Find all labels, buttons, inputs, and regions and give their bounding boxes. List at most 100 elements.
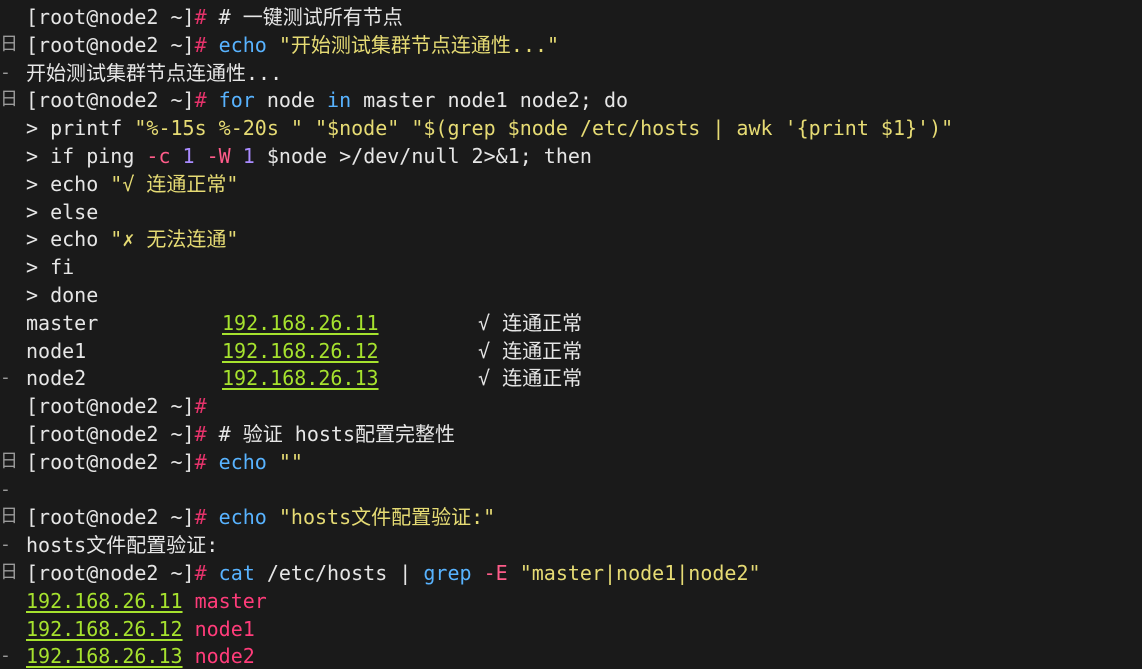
result-ip-link[interactable]: 192.168.26.13 xyxy=(222,364,379,392)
result-ip-link[interactable]: 192.168.26.11 xyxy=(222,309,379,337)
code-token: in xyxy=(327,88,352,113)
result-status: √ 连通正常 xyxy=(478,366,583,391)
line-content: [root@node2 ~]# for node in master node1… xyxy=(26,86,628,114)
gutter-fold-marker: - xyxy=(0,61,11,83)
line-content: hosts文件配置验证: xyxy=(26,531,218,559)
code-token: > echo xyxy=(26,227,111,252)
code-token: 开始测试集群节点连通性... xyxy=(26,60,283,85)
line-content: > else xyxy=(26,198,98,226)
gutter-fold-marker: - xyxy=(0,478,11,500)
prompt-text: [root@node2 ~] xyxy=(26,394,195,419)
code-token: > printf xyxy=(26,116,135,141)
code-token: "开始测试集群节点连通性..." xyxy=(266,32,560,57)
hosts-name-highlight: node2 xyxy=(194,644,255,669)
terminal-line: > echo "✗ 无法连通" xyxy=(0,225,1142,253)
code-token: > done xyxy=(26,283,99,307)
result-row: master 192.168.26.11 √ 连通正常 xyxy=(0,309,1142,337)
prompt-text: [root@node2 ~] xyxy=(26,32,195,57)
result-node-name: node2 xyxy=(26,366,87,391)
code-token: cat xyxy=(206,561,255,585)
hosts-ip-link[interactable]: 192.168.26.11 xyxy=(26,589,183,613)
code-token: # 验证 hosts配置完整性 xyxy=(206,422,455,446)
terminal-line: [root@node2 ~]# # 一键测试所有节点 xyxy=(0,3,1142,31)
hosts-ip-link[interactable]: 192.168.26.12 xyxy=(26,617,183,641)
code-token: "%-15s %-20s " xyxy=(134,116,303,141)
code-token: 1 xyxy=(170,144,207,168)
hosts-entry: 192.168.26.12 node1 xyxy=(0,615,1142,643)
line-content: [root@node2 ~]# # 一键测试所有节点 xyxy=(26,3,403,31)
prompt-text: [root@node2 ~] xyxy=(26,505,195,530)
line-content: [root@node2 ~]# echo "" xyxy=(26,448,303,476)
terminal-line: - xyxy=(0,476,1142,504)
result-ip-link[interactable]: 192.168.26.12 xyxy=(222,337,379,365)
terminal-line: 日 [root@node2 ~]# echo "" xyxy=(0,448,1142,476)
code-token: /etc/hosts | xyxy=(254,561,424,585)
prompt-text: [root@node2 ~] xyxy=(26,88,195,113)
hosts-ip-link[interactable]: 192.168.26.13 xyxy=(26,644,183,668)
hosts-entry: 192.168.26.11 master xyxy=(0,587,1142,615)
line-content: > if ping -c 1 -W 1 $node >/dev/null 2>&… xyxy=(26,142,592,170)
prompt-text: [root@node2 ~] xyxy=(26,449,195,474)
hosts-name-highlight: node1 xyxy=(194,616,255,641)
prompt-symbol: # xyxy=(194,449,207,474)
code-token: master node1 node2; xyxy=(351,88,605,113)
code-token: "$node" "$(grep $node /etc/hosts | awk '… xyxy=(302,116,954,141)
terminal-line: 日 [root@node2 ~]# cat /etc/hosts | grep -… xyxy=(0,559,1142,587)
hosts-space xyxy=(183,589,195,613)
code-token: $node >/dev/null 2>&1; then xyxy=(266,144,592,168)
line-content: 192.168.26.13 node2 xyxy=(26,642,255,669)
prompt-symbol: # xyxy=(194,394,207,419)
prompt-text: [root@node2 ~] xyxy=(26,5,195,29)
code-token: -E xyxy=(471,561,508,585)
prompt-symbol: # xyxy=(194,5,207,29)
prompt-symbol: # xyxy=(194,561,207,585)
line-content: > printf "%-15s %-20s " "$node" "$(grep … xyxy=(26,114,953,142)
prompt-symbol: # xyxy=(194,88,207,113)
line-content: > echo "✗ 无法连通" xyxy=(26,225,238,253)
line-content: master 192.168.26.11 √ 连通正常 xyxy=(26,309,582,337)
hosts-space xyxy=(183,617,195,641)
terminal-line: [root@node2 ~]# xyxy=(0,392,1142,420)
terminal-line: [root@node2 ~]# # 验证 hosts配置完整性 xyxy=(0,420,1142,448)
code-token: "" xyxy=(266,449,303,474)
code-token: echo xyxy=(206,32,267,57)
prompt-symbol: # xyxy=(194,32,207,57)
code-token: "✗ 无法连通" xyxy=(110,227,239,252)
terminal-line: 日 [root@node2 ~]# echo "开始测试集群节点连通性..." xyxy=(0,31,1142,59)
code-token: for xyxy=(206,88,255,113)
code-token: -W xyxy=(206,144,231,168)
code-token: > fi xyxy=(26,255,75,280)
line-content: > done xyxy=(26,281,98,309)
terminal-line: - 开始测试集群节点连通性... xyxy=(0,59,1142,87)
code-token: echo xyxy=(206,505,267,530)
code-token: grep xyxy=(423,561,472,585)
terminal-line: 日 [root@node2 ~]# for node in master node… xyxy=(0,86,1142,114)
prompt-text: [root@node2 ~] xyxy=(26,422,195,446)
code-token: > else xyxy=(26,199,99,224)
terminal-window[interactable]: [root@node2 ~]# # 一键测试所有节点日 [root@node2 ~… xyxy=(0,0,1142,669)
code-token: -c xyxy=(146,144,171,168)
result-node-name: node1 xyxy=(26,338,87,363)
hosts-space xyxy=(183,644,195,668)
result-row: node1 192.168.26.12 √ 连通正常 xyxy=(0,337,1142,365)
line-content: 192.168.26.11 master xyxy=(26,587,267,615)
line-content: 192.168.26.12 node1 xyxy=(26,615,255,643)
gutter-fold-marker: 日 xyxy=(0,33,18,55)
line-content: > fi xyxy=(26,253,74,281)
result-row: - node2 192.168.26.13 √ 连通正常 xyxy=(0,364,1142,392)
code-token: node xyxy=(254,88,328,113)
result-status: √ 连通正常 xyxy=(478,338,583,363)
code-token: "√ 连通正常" xyxy=(110,171,239,196)
gutter-fold-marker: - xyxy=(0,534,11,556)
prompt-symbol: # xyxy=(194,422,207,446)
code-token: "hosts文件配置验证:" xyxy=(266,505,496,530)
terminal-line: > else xyxy=(0,198,1142,226)
line-content: [root@node2 ~]# xyxy=(26,392,207,420)
code-token: echo xyxy=(206,449,267,474)
result-node-name: master xyxy=(26,310,99,335)
gutter-fold-marker: - xyxy=(0,367,11,389)
line-content: 开始测试集群节点连通性... xyxy=(26,59,282,87)
gutter-fold-marker: - xyxy=(0,645,11,667)
code-token: "master|node1|node2" xyxy=(507,561,761,585)
result-status: √ 连通正常 xyxy=(478,310,583,335)
